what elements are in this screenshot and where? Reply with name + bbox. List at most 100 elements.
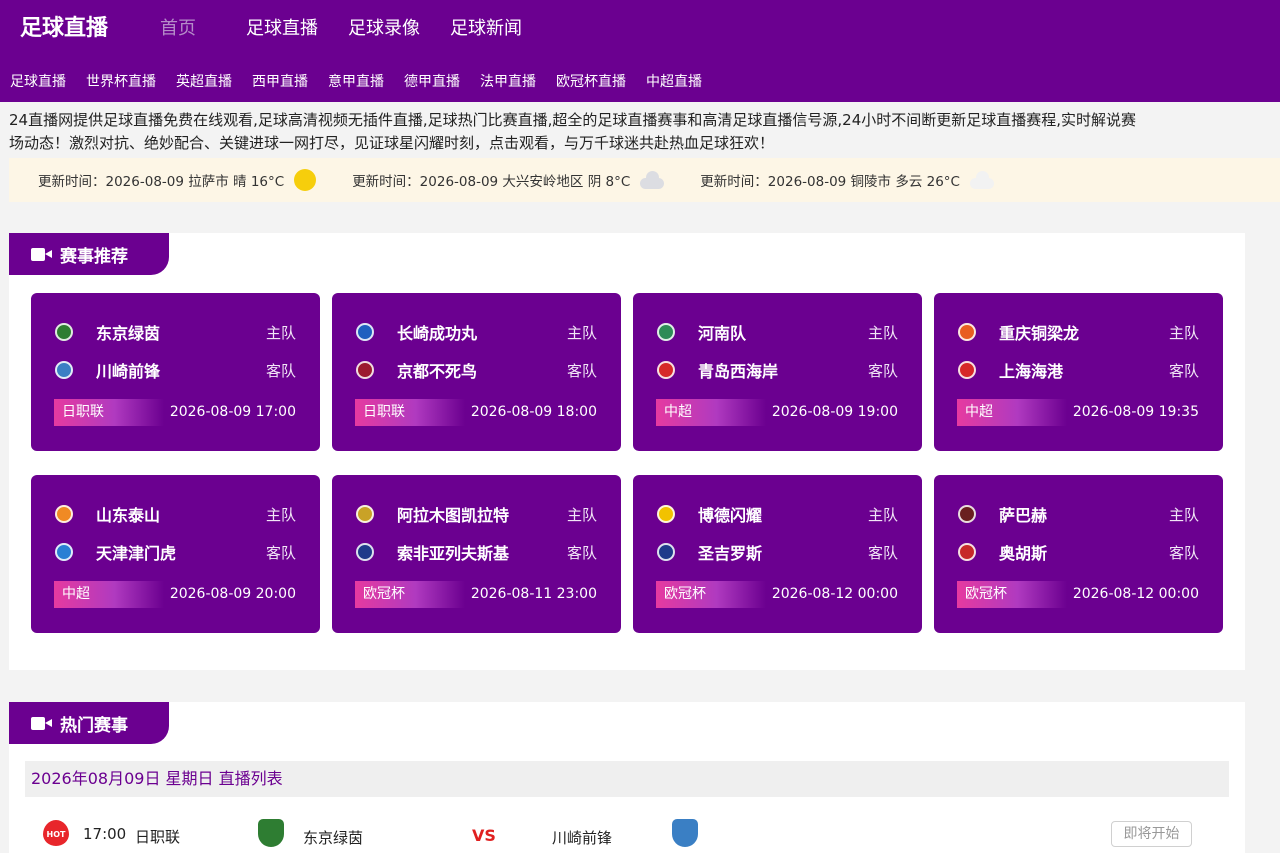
league-badge: 欧冠杯 xyxy=(355,581,465,608)
nav-football-replay[interactable]: 足球录像 xyxy=(348,14,420,40)
match-status-button[interactable]: 即将开始 xyxy=(1111,821,1192,847)
home-role: 主队 xyxy=(1168,505,1199,524)
away-role: 客队 xyxy=(566,543,597,562)
home-team-row: 河南队 主队 xyxy=(657,320,898,344)
vs-label: VS xyxy=(472,826,496,845)
home-team-name: 长崎成功丸 xyxy=(397,324,478,343)
league-badge: 日职联 xyxy=(54,399,164,426)
site-header: 足球直播 首页 足球直播 足球录像 足球新闻 足球直播 世界杯直播 英超直播 西… xyxy=(0,0,1280,102)
match-card[interactable]: 东京绿茵 主队川崎前锋 客队日职联 2026-08-09 17:00 xyxy=(31,293,320,451)
subnav-premier-league[interactable]: 英超直播 xyxy=(176,71,232,91)
schedule-date-header: 2026年08月09日 星期日 直播列表 xyxy=(25,761,1229,797)
match-league: 日职联 xyxy=(135,828,181,846)
away-team[interactable]: 川崎前锋 xyxy=(552,827,612,848)
team-logo-icon xyxy=(657,543,675,561)
match-row[interactable]: HOT 17:00 日职联 东京绿茵 VS 川崎前锋 即将开始 xyxy=(25,812,1229,853)
weather-text: 更新时间：2026-08-09 拉萨市 晴 16°C xyxy=(38,174,285,190)
subnav-ligue-1[interactable]: 法甲直播 xyxy=(480,71,536,91)
weather-item: 更新时间：2026-08-09 大兴安岭地区 阴 8°C xyxy=(352,170,665,190)
home-role: 主队 xyxy=(265,323,296,342)
team-logo-icon xyxy=(356,323,374,341)
away-role: 客队 xyxy=(265,543,296,562)
match-card[interactable]: 博德闪耀 主队 圣吉罗斯 客队 欧冠杯 2026-08-12 00:00 xyxy=(633,475,922,633)
away-team-row: 索非亚列夫斯基 客队 xyxy=(356,540,597,564)
subnav-la-liga[interactable]: 西甲直播 xyxy=(252,71,308,91)
nav-football-live[interactable]: 足球直播 xyxy=(246,14,318,40)
away-role: 客队 xyxy=(1168,361,1199,380)
match-card[interactable]: 重庆铜梁龙 主队 上海海港 客队 中超 2026-08-09 19:35 xyxy=(934,293,1223,451)
weather-text: 更新时间：2026-08-09 大兴安岭地区 阴 8°C xyxy=(352,174,631,190)
match-card[interactable]: 河南队 主队青岛西海岸 客队 中超 2026-08-09 19:00 xyxy=(633,293,922,451)
league-badge: 欧冠杯 xyxy=(656,581,766,608)
team-logo-icon xyxy=(55,505,73,523)
video-camera-icon xyxy=(31,247,52,261)
home-team-row: 长崎成功丸 主队 xyxy=(356,320,597,344)
away-team-name: 圣吉罗斯 xyxy=(698,544,763,563)
team-logo-icon xyxy=(55,361,73,379)
home-role: 主队 xyxy=(566,323,597,342)
league-badge: 中超 xyxy=(656,399,766,426)
subnav-football-live[interactable]: 足球直播 xyxy=(10,71,66,91)
match-card[interactable]: 萨巴赫 主队奥胡斯 客队欧冠杯 2026-08-12 00:00 xyxy=(934,475,1223,633)
home-team-row: 阿拉木图凯拉特 主队 xyxy=(356,502,597,526)
home-team-name: 东京绿茵 xyxy=(96,324,161,343)
away-team-row: 奥胡斯 客队 xyxy=(958,540,1199,564)
nav-football-news[interactable]: 足球新闻 xyxy=(450,14,522,40)
away-team-row: 川崎前锋 客队 xyxy=(55,358,296,382)
site-logo[interactable]: 足球直播 xyxy=(20,10,108,42)
home-team-row: 东京绿茵 主队 xyxy=(55,320,296,344)
home-team-name: 阿拉木图凯拉特 xyxy=(397,506,510,525)
section-title: 热门赛事 xyxy=(9,702,169,744)
team-logo-icon xyxy=(657,323,675,341)
away-team-name: 奥胡斯 xyxy=(999,544,1048,563)
away-role: 客队 xyxy=(1168,543,1199,562)
away-team-name: 青岛西海岸 xyxy=(698,362,779,381)
sub-nav: 足球直播 世界杯直播 英超直播 西甲直播 意甲直播 德甲直播 法甲直播 欧冠杯直… xyxy=(10,71,722,91)
away-role: 客队 xyxy=(265,361,296,380)
home-role: 主队 xyxy=(566,505,597,524)
away-team-name: 川崎前锋 xyxy=(96,362,161,381)
subnav-csl[interactable]: 中超直播 xyxy=(646,71,702,91)
section-title-text: 赛事推荐 xyxy=(60,246,128,267)
match-time: 2026-08-09 17:00 xyxy=(169,404,296,420)
away-team-row: 京都不死鸟 客队 xyxy=(356,358,597,382)
league-badge: 欧冠杯 xyxy=(957,581,1067,608)
subnav-champions-league[interactable]: 欧冠杯直播 xyxy=(556,71,626,91)
weather-item: 更新时间：2026-08-09 拉萨市 晴 16°C xyxy=(38,169,317,191)
team-logo-icon xyxy=(55,323,73,341)
weather-bar: 更新时间：2026-08-09 拉萨市 晴 16°C 更新时间：2026-08-… xyxy=(9,158,1280,202)
home-role: 主队 xyxy=(265,505,296,524)
match-time: 2026-08-09 19:00 xyxy=(771,404,898,420)
subnav-serie-a[interactable]: 意甲直播 xyxy=(328,71,384,91)
team-logo-icon xyxy=(657,361,675,379)
home-team-row: 山东泰山 主队 xyxy=(55,502,296,526)
match-card[interactable]: 山东泰山 主队 天津津门虎 客队 中超 2026-08-09 20:00 xyxy=(31,475,320,633)
subnav-bundesliga[interactable]: 德甲直播 xyxy=(404,71,460,91)
home-team-name: 萨巴赫 xyxy=(999,506,1048,525)
match-time: 2026-08-12 00:00 xyxy=(1072,586,1199,602)
team-logo-icon xyxy=(55,543,73,561)
home-role: 主队 xyxy=(1168,323,1199,342)
match-card[interactable]: 阿拉木图凯拉特 主队 索非亚列夫斯基 客队 欧冠杯 2026-08-11 23:00 xyxy=(332,475,621,633)
sun-icon xyxy=(294,169,317,191)
home-team-row: 重庆铜梁龙 主队 xyxy=(958,320,1199,344)
cloud-icon xyxy=(640,171,665,189)
nav-home[interactable]: 首页 xyxy=(160,14,196,40)
away-team-name: 索非亚列夫斯基 xyxy=(397,544,510,563)
team-logo-icon xyxy=(672,819,698,847)
section-title-text: 热门赛事 xyxy=(60,715,128,736)
team-logo-icon xyxy=(958,323,976,341)
hot-fire-icon: HOT xyxy=(43,820,69,846)
away-team-row: 青岛西海岸 客队 xyxy=(657,358,898,382)
home-role: 主队 xyxy=(867,323,898,342)
home-team-row: 博德闪耀 主队 xyxy=(657,502,898,526)
away-team-name: 天津津门虎 xyxy=(96,544,177,563)
subnav-world-cup[interactable]: 世界杯直播 xyxy=(86,71,156,91)
team-logo-icon xyxy=(958,505,976,523)
home-team-name: 博德闪耀 xyxy=(698,506,763,525)
match-card[interactable]: 长崎成功丸 主队 京都不死鸟 客队 日职联 2026-08-09 18:00 xyxy=(332,293,621,451)
league-badge: 日职联 xyxy=(355,399,465,426)
home-team[interactable]: 东京绿茵 xyxy=(303,827,363,848)
match-time: 2026-08-09 20:00 xyxy=(169,586,296,602)
away-team-row: 天津津门虎 客队 xyxy=(55,540,296,564)
